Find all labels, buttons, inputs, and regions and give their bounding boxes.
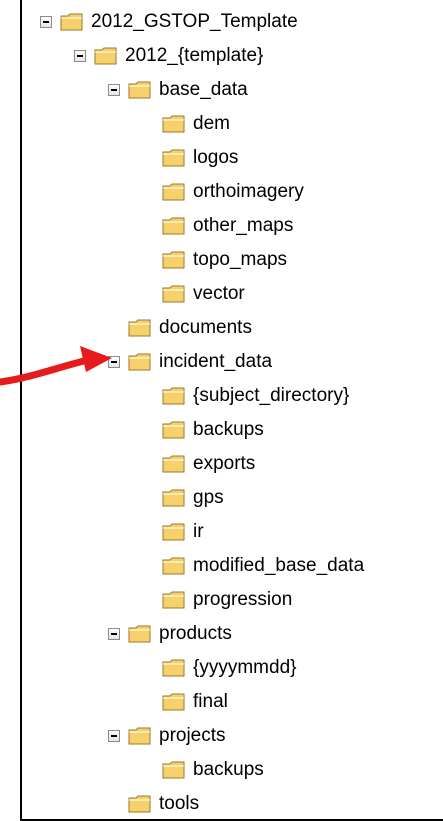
- tree-row[interactable]: products: [108, 620, 232, 648]
- folder-icon: [128, 795, 151, 813]
- tree-row[interactable]: exports: [162, 450, 255, 478]
- tree-row-label: documents: [159, 317, 252, 338]
- red-arrow-icon: [0, 346, 112, 386]
- tree-row-label: projects: [159, 725, 226, 746]
- tree-row-label: {subject_directory}: [193, 385, 350, 406]
- tree-row-label: dem: [193, 113, 230, 134]
- folder-icon: [162, 455, 185, 473]
- tree-row[interactable]: {yyyymmdd}: [162, 654, 296, 682]
- tree-row-label: other_maps: [193, 215, 294, 236]
- folder-icon: [162, 183, 185, 201]
- tree-row-label: 2012_{template}: [125, 45, 264, 66]
- tree-row[interactable]: incident_data: [108, 348, 272, 376]
- tree-row-label: progression: [193, 589, 293, 610]
- folder-icon: [162, 217, 185, 235]
- tree-row-label: tools: [159, 793, 200, 814]
- collapse-toggle-icon[interactable]: [108, 628, 120, 640]
- tree-row-label: final: [193, 691, 228, 712]
- tree-row-label: products: [159, 623, 232, 644]
- tree-row[interactable]: progression: [162, 586, 292, 614]
- tree-row[interactable]: final: [162, 688, 228, 716]
- folder-icon: [162, 693, 185, 711]
- folder-icon: [162, 591, 185, 609]
- tree-row-label: incident_data: [159, 351, 273, 372]
- tree-row[interactable]: orthoimagery: [162, 178, 304, 206]
- tree-row[interactable]: 2012_{template}: [74, 42, 263, 70]
- tree-row-label: orthoimagery: [193, 181, 304, 202]
- collapse-toggle-icon[interactable]: [40, 16, 52, 28]
- tree-row[interactable]: vector: [162, 280, 245, 308]
- tree-row[interactable]: dem: [162, 110, 230, 138]
- tree-row-label: {yyyymmdd}: [193, 657, 297, 678]
- tree-row[interactable]: ir: [162, 518, 204, 546]
- collapse-toggle-icon[interactable]: [108, 730, 120, 742]
- folder-icon: [128, 81, 151, 99]
- folder-icon: [128, 625, 151, 643]
- folder-icon: [162, 421, 185, 439]
- tree-row-label: vector: [193, 283, 245, 304]
- tree-row[interactable]: gps: [162, 484, 224, 512]
- folder-icon: [128, 353, 151, 371]
- folder-icon: [162, 659, 185, 677]
- folder-icon: [60, 13, 83, 31]
- tree-row[interactable]: projects: [108, 722, 226, 750]
- tree-row[interactable]: documents: [128, 314, 252, 342]
- folder-icon: [162, 489, 185, 507]
- folder-icon: [128, 727, 151, 745]
- tree-row[interactable]: base_data: [108, 76, 248, 104]
- tree-row[interactable]: backups: [162, 756, 264, 784]
- tree-row[interactable]: tools: [128, 790, 199, 818]
- folder-icon: [162, 115, 185, 133]
- tree-row-label: exports: [193, 453, 256, 474]
- tree-row-label: topo_maps: [193, 249, 288, 270]
- folder-icon: [162, 285, 185, 303]
- tree-row-label: base_data: [159, 79, 248, 100]
- folder-tree-panel: 2012_GSTOP_Template 2012_{template} base…: [20, 0, 443, 821]
- collapse-toggle-icon[interactable]: [108, 84, 120, 96]
- tree-row-label: ir: [193, 521, 204, 542]
- folder-icon: [162, 761, 185, 779]
- tree-row[interactable]: other_maps: [162, 212, 293, 240]
- tree-row-label: backups: [193, 759, 264, 780]
- tree-row-label: backups: [193, 419, 264, 440]
- tree-row[interactable]: {subject_directory}: [162, 382, 349, 410]
- collapse-toggle-icon[interactable]: [74, 50, 86, 62]
- folder-icon: [162, 557, 185, 575]
- tree-row[interactable]: backups: [162, 416, 264, 444]
- folder-icon: [128, 319, 151, 337]
- tree-row-label: gps: [193, 487, 224, 508]
- folder-icon: [162, 149, 185, 167]
- tree-row-label: 2012_GSTOP_Template: [91, 11, 298, 32]
- tree-row[interactable]: logos: [162, 144, 238, 172]
- folder-icon: [162, 251, 185, 269]
- tree-row[interactable]: modified_base_data: [162, 552, 364, 580]
- tree-row-label: logos: [193, 147, 239, 168]
- tree-row[interactable]: 2012_GSTOP_Template: [40, 8, 298, 36]
- folder-icon: [162, 523, 185, 541]
- folder-icon: [94, 47, 117, 65]
- folder-icon: [162, 387, 185, 405]
- tree-row-label: modified_base_data: [193, 555, 365, 576]
- tree-row[interactable]: topo_maps: [162, 246, 287, 274]
